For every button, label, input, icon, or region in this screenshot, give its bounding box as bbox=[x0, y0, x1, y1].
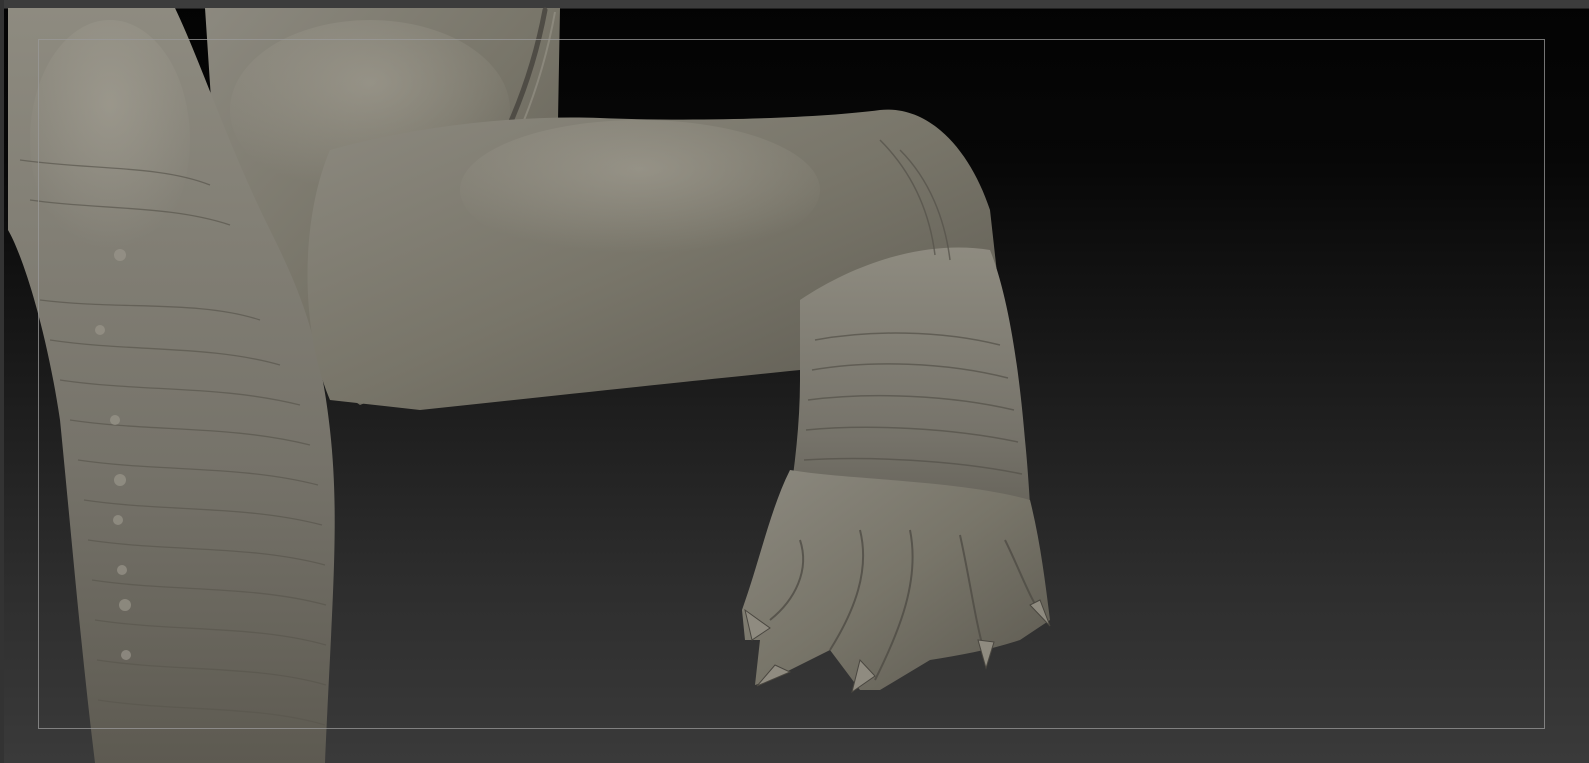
front-leg-highlight bbox=[30, 20, 190, 260]
sculpt-viewport[interactable] bbox=[0, 0, 1589, 763]
thigh-highlight bbox=[460, 120, 820, 260]
hind-foot bbox=[742, 470, 1050, 690]
sculpt-model[interactable] bbox=[0, 0, 1589, 763]
